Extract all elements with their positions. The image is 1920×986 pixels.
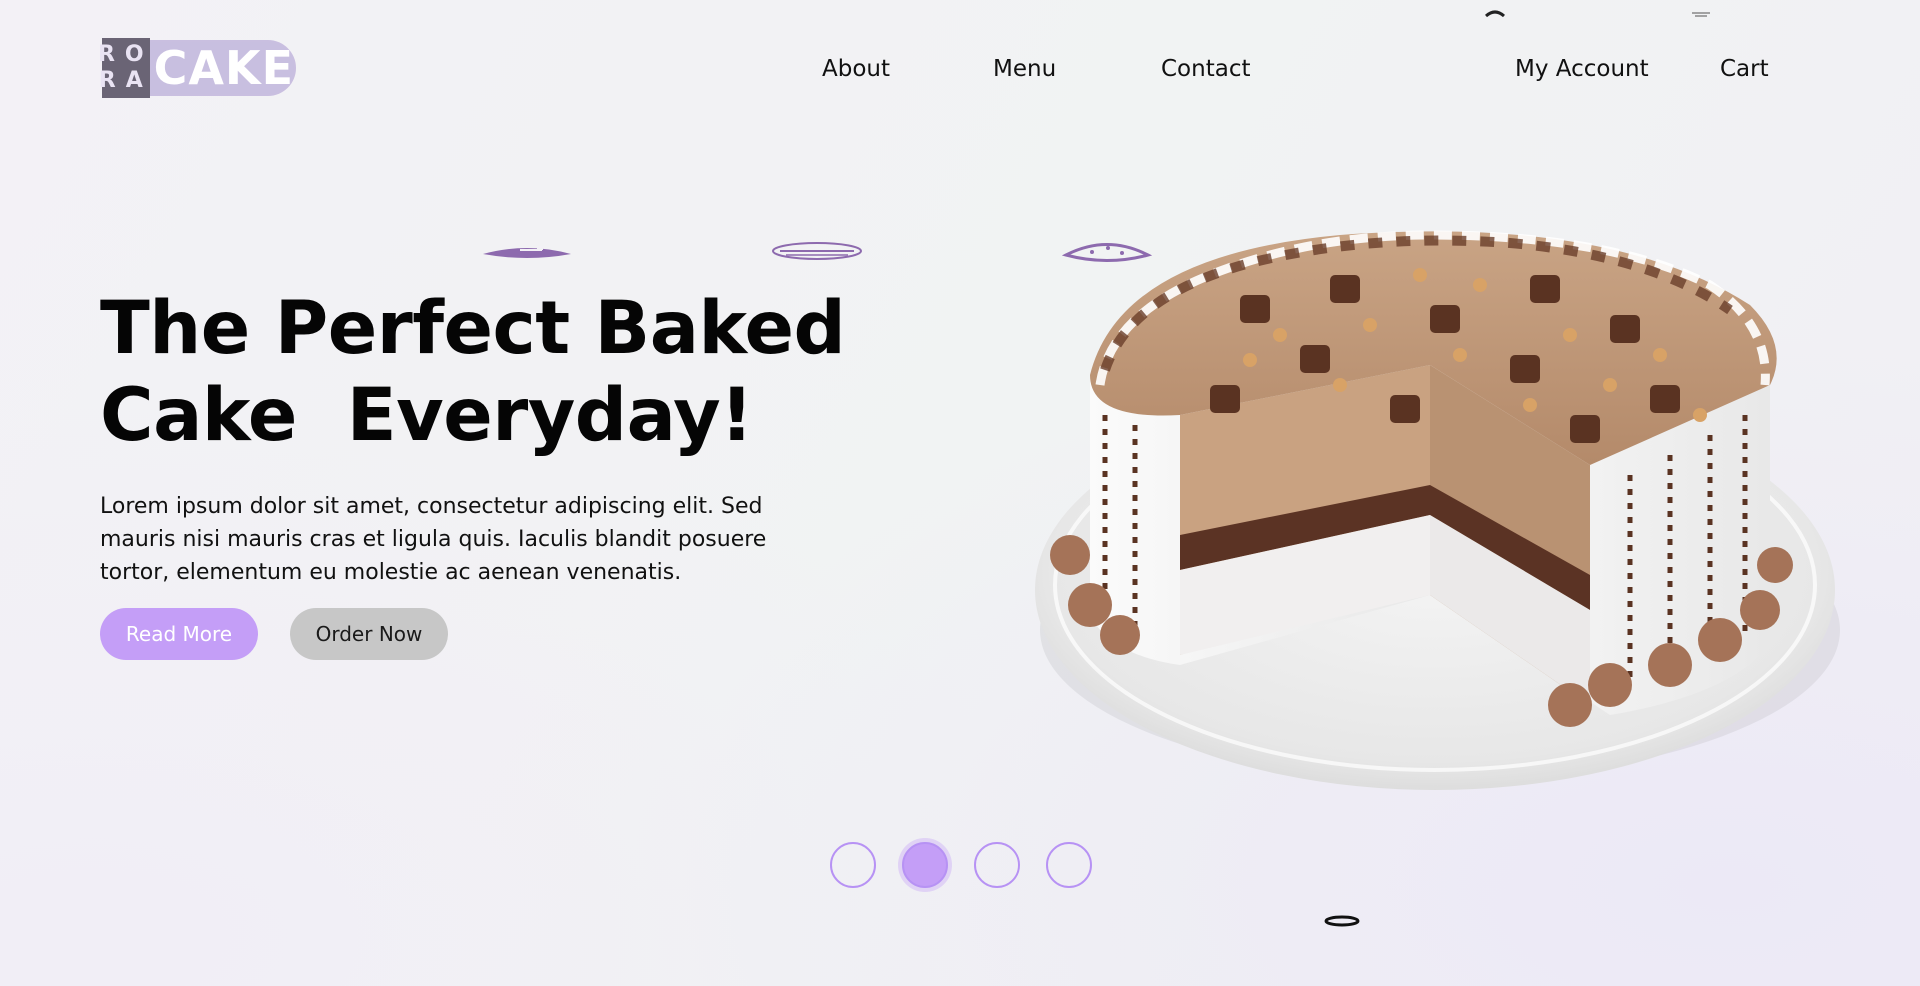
macaron-icon	[772, 242, 862, 260]
carousel-dot-2[interactable]	[902, 842, 948, 888]
read-more-button[interactable]: Read More	[100, 608, 258, 660]
decor-small-donut-icon	[1324, 915, 1360, 927]
hero-title-line-1: The Perfect Baked	[100, 286, 846, 371]
nav-cart-link[interactable]: Cart	[1720, 56, 1769, 82]
carousel-dot-1[interactable]	[830, 842, 876, 888]
carousel-dot-4[interactable]	[1046, 842, 1092, 888]
hero-title: The Perfect Baked Cake Everyday!	[100, 285, 846, 459]
logo-monogram: RO RA	[98, 38, 153, 98]
logo-letters-ra: RA	[98, 68, 153, 93]
hero-title-line-2: Cake Everyday!	[100, 373, 753, 458]
hero-description: Lorem ipsum dolor sit amet, consectetur …	[100, 494, 767, 585]
nav-menu-link[interactable]: Menu	[993, 56, 1056, 82]
hero-cake-image	[1010, 215, 1850, 795]
logo-word-text: CAKE	[153, 41, 294, 95]
nav-about-link[interactable]: About	[822, 56, 890, 82]
logo-wordmark: CAKE	[149, 40, 296, 96]
order-now-button[interactable]: Order Now	[290, 608, 448, 660]
logo[interactable]: RO RA CAKE	[98, 38, 296, 98]
decor-outline-icon	[1692, 12, 1710, 17]
cake-slice-icon	[483, 246, 571, 258]
carousel-dot-3[interactable]	[974, 842, 1020, 888]
nav-contact-link[interactable]: Contact	[1161, 56, 1250, 82]
nav-my-account-link[interactable]: My Account	[1515, 56, 1649, 82]
logo-letters-ro: RO	[97, 42, 154, 67]
decor-dot-icon	[1485, 10, 1505, 18]
